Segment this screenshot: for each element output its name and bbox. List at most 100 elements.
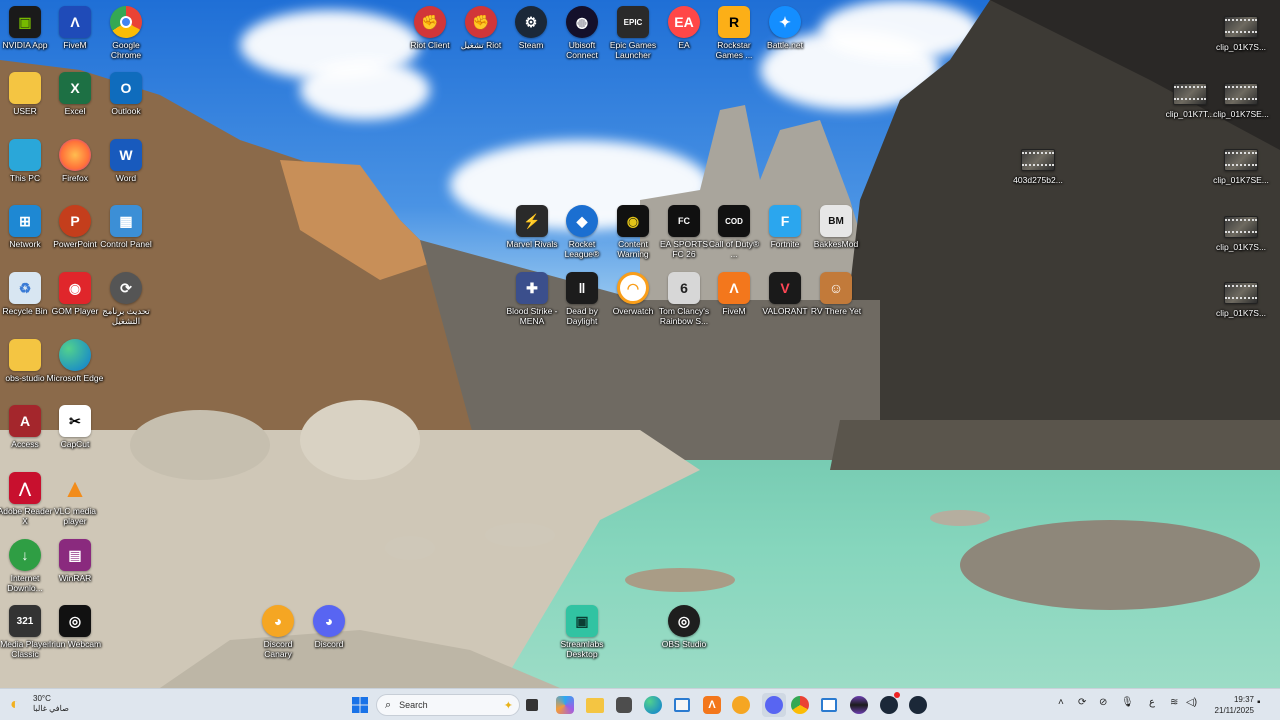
weather-widget[interactable]: ◐ bbox=[10, 693, 20, 717]
desktop-icon-content-warning[interactable]: ◉ Content Warning bbox=[604, 205, 662, 259]
icon-label: Epic Games Launcher bbox=[609, 40, 657, 60]
taskbar-chrome[interactable] bbox=[791, 693, 809, 717]
weather-text[interactable]: 30°C صافي غالبا bbox=[33, 694, 69, 714]
taskbar-task-view[interactable] bbox=[526, 693, 538, 717]
icon-label: 403d275b2... bbox=[1013, 175, 1063, 185]
desktop-icon-word[interactable]: W Word bbox=[97, 139, 155, 183]
desktop-icon-clip[interactable]: clip_01K7S... bbox=[1212, 210, 1270, 252]
desktop-icon-bakkesmod[interactable]: BM BakkesMod bbox=[807, 205, 865, 249]
icon-label: Outlook bbox=[111, 106, 141, 116]
desktop-icon-ubisoft-connect[interactable]: ◍ Ubisoft Connect bbox=[553, 6, 611, 60]
icon-label: Google Chrome bbox=[110, 40, 142, 60]
start-button[interactable] bbox=[348, 693, 372, 717]
taskbar-copilot[interactable] bbox=[556, 693, 574, 717]
tray-network-status[interactable]: ⊘ bbox=[1099, 697, 1107, 708]
desktop-icon-riot-client[interactable]: ✊ Riot Client bbox=[401, 6, 459, 50]
desktop-icon-outlook[interactable]: O Outlook bbox=[97, 72, 155, 116]
taskbar-window[interactable] bbox=[821, 693, 837, 717]
desktop-icon-control-panel[interactable]: ▦ Control Panel bbox=[97, 205, 155, 249]
obs-icon: ◎ bbox=[668, 605, 700, 637]
volume-icon: ◁) bbox=[1186, 697, 1198, 708]
desktop-icon-streamlabs[interactable]: ▣ Streamlabs Desktop bbox=[553, 605, 611, 659]
rainbow-six-icon: 6 bbox=[668, 272, 700, 304]
icon-label: clip_01K7SE... bbox=[1213, 109, 1269, 119]
desktop-icon-iriun-webcam[interactable]: ◎ Iriun Webcam bbox=[46, 605, 104, 649]
desktop-icon-rv-there-yet[interactable]: ☺ RV There Yet bbox=[807, 272, 865, 316]
streamlabs-icon: ▣ bbox=[566, 605, 598, 637]
taskbar-fivem[interactable]: Λ bbox=[703, 693, 721, 717]
weather-condition: صافي غالبا bbox=[33, 704, 69, 713]
desktop-icon-fortnite[interactable]: F Fortnite bbox=[756, 205, 814, 249]
desktop-icon-fivem-game[interactable]: Λ FiveM bbox=[705, 272, 763, 316]
notifications-button[interactable]: ▪ bbox=[1257, 697, 1261, 708]
taskbar-discord-canary[interactable] bbox=[732, 693, 750, 717]
vlc-icon: ▲ bbox=[62, 472, 88, 503]
fc26-icon: FC bbox=[668, 205, 700, 237]
desktop-icon-discord-canary[interactable]: ◕ Discord Canary bbox=[249, 605, 307, 659]
taskbar-file-explorer[interactable] bbox=[586, 693, 604, 717]
taskbar-edge[interactable] bbox=[644, 693, 662, 717]
desktop-icon-driver-update[interactable]: ⟳ تحديث برنامج التشغيل bbox=[97, 272, 155, 326]
windows-start-icon bbox=[348, 693, 372, 717]
tray-wifi[interactable]: ≋ bbox=[1170, 697, 1178, 708]
desktop-icon-clip[interactable]: clip_01K7SE... bbox=[1212, 143, 1270, 185]
video-file-icon bbox=[1224, 216, 1258, 238]
tray-sync[interactable]: ⟳ bbox=[1078, 697, 1086, 708]
desktop-icon-powerpoint[interactable]: P PowerPoint bbox=[46, 205, 104, 249]
tray-microphone[interactable]: 🎙 bbox=[1121, 697, 1134, 708]
taskbar-notepad[interactable] bbox=[674, 693, 690, 717]
clock-time: 19:37 bbox=[1233, 695, 1254, 704]
icon-label: Excel bbox=[64, 106, 86, 116]
clock-date: 21/11/2025 bbox=[1214, 706, 1254, 715]
desktop-icon-microsoft-edge[interactable]: Microsoft Edge bbox=[46, 339, 104, 383]
icon-label: Overwatch bbox=[612, 306, 654, 316]
icon-label: CapCut bbox=[60, 439, 90, 449]
rockstar-icon: R bbox=[718, 6, 750, 38]
desktop-icon-obs-studio[interactable]: ◎ OBS Studio bbox=[655, 605, 713, 649]
desktop-icon-excel[interactable]: X Excel bbox=[46, 72, 104, 116]
desktop-icon-winrar[interactable]: ▤ WinRAR bbox=[46, 539, 104, 583]
desktop-icon-rockstar-games[interactable]: R Rockstar Games ... bbox=[705, 6, 763, 60]
desktop-icon-steam[interactable]: ⚙ Steam bbox=[502, 6, 560, 50]
taskbar-discord[interactable] bbox=[762, 693, 786, 717]
desktop-icon-video-file[interactable]: 403d275b2... bbox=[1009, 143, 1067, 185]
taskbar-steam[interactable] bbox=[909, 693, 927, 717]
taskbar: ◐ 30°C صافي غالبا ⌕ Search ✦ Λ ˄ ⟳ ⊘ 🎙 ع… bbox=[0, 688, 1280, 720]
monitor-icon bbox=[9, 139, 41, 171]
desktop-icon-gom-player[interactable]: ◉ GOM Player bbox=[46, 272, 104, 316]
control-panel-icon: ▦ bbox=[110, 205, 142, 237]
desktop-icon-battlenet[interactable]: ✦ Battle.net bbox=[756, 6, 814, 50]
idm-icon: ↓ bbox=[9, 539, 41, 571]
fivem-icon: Λ bbox=[718, 272, 750, 304]
desktop-icon-rocket-league[interactable]: ◆ Rocket League® bbox=[553, 205, 611, 259]
taskbar-store[interactable] bbox=[616, 693, 632, 717]
rv-there-yet-icon: ☺ bbox=[820, 272, 852, 304]
desktop-icon-overwatch[interactable]: ◠ Overwatch bbox=[604, 272, 662, 316]
desktop-icon-clip[interactable]: clip_01K7S... bbox=[1212, 276, 1270, 318]
desktop-icon-discord[interactable]: ◕ Discord bbox=[300, 605, 358, 649]
desktop-icon-dead-by-daylight[interactable]: ǁ Dead by Daylight bbox=[553, 272, 611, 326]
tray-volume[interactable]: ◁) bbox=[1186, 697, 1197, 708]
taskbar-search-box[interactable]: ⌕ Search ✦ bbox=[376, 694, 520, 716]
rocket-league-icon: ◆ bbox=[566, 205, 598, 237]
tray-language[interactable]: ع bbox=[1149, 697, 1155, 708]
desktop-icon-vlc[interactable]: ▲ VLC media player bbox=[46, 472, 104, 527]
desktop-icon-clip[interactable]: clip_01K7S... bbox=[1212, 10, 1270, 52]
taskbar-steam-recording[interactable] bbox=[880, 692, 900, 717]
desktop-icon-google-chrome[interactable]: Google Chrome bbox=[97, 6, 155, 60]
desktop-icon-clip[interactable]: clip_01K7SE... bbox=[1212, 77, 1270, 119]
video-file-icon bbox=[1224, 282, 1258, 304]
desktop-icon-firefox[interactable]: Firefox bbox=[46, 139, 104, 183]
show-hidden-icons-button[interactable]: ˄ bbox=[1058, 697, 1064, 708]
desktop-icon-call-of-duty[interactable]: COD Call of Duty® ... bbox=[705, 205, 763, 259]
adobe-reader-icon: ⋀ bbox=[9, 472, 41, 504]
taskbar-media[interactable] bbox=[850, 693, 868, 717]
desktop-icon-capcut[interactable]: ✂ CapCut bbox=[46, 405, 104, 449]
desktop-icon-clip[interactable]: clip_01K7T... bbox=[1161, 77, 1219, 119]
desktop-icon-valorant[interactable]: V VALORANT bbox=[756, 272, 814, 316]
desktop-icon-epic-games[interactable]: EPIC Epic Games Launcher bbox=[604, 6, 662, 60]
window-icon bbox=[821, 698, 837, 712]
icon-label: VLC media player bbox=[53, 506, 97, 526]
desktop-icon-fivem[interactable]: Λ FiveM bbox=[46, 6, 104, 50]
taskbar-clock[interactable]: 19:37 21/11/2025 bbox=[1215, 694, 1254, 716]
